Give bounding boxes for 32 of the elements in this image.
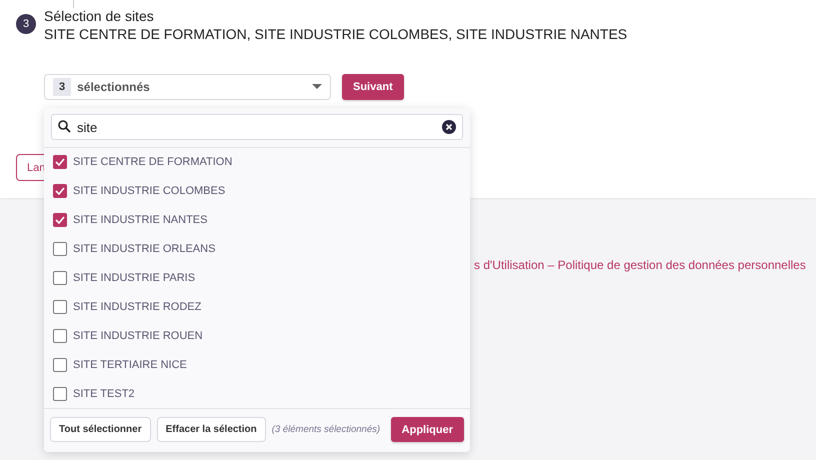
selection-count: (3 éléments sélectionnés) bbox=[272, 424, 382, 435]
site-option[interactable]: SITE INDUSTRIE PARIS bbox=[44, 264, 470, 292]
checkbox[interactable] bbox=[53, 184, 67, 198]
site-option[interactable]: SITE TERTIAIRE NICE bbox=[44, 350, 470, 380]
footer-link[interactable]: s d'Utilisation – Politique de gestion des données personnelles bbox=[474, 258, 806, 272]
checkbox[interactable] bbox=[53, 386, 67, 401]
checkbox[interactable] bbox=[53, 213, 67, 228]
dropdown-label: sélectionnés bbox=[77, 80, 151, 94]
checkbox[interactable] bbox=[53, 155, 67, 170]
site-option[interactable]: SITE INDUSTRIE NANTES bbox=[44, 206, 470, 235]
checkbox[interactable] bbox=[53, 358, 67, 372]
clear-selection-button[interactable]: Effacer la sélection bbox=[156, 417, 266, 442]
site-option[interactable]: SITE INDUSTRIE ROUEN bbox=[44, 321, 470, 350]
count-badge: 3 bbox=[53, 78, 72, 96]
select-all-button[interactable]: Tout sélectionner bbox=[50, 417, 151, 442]
checkbox[interactable] bbox=[53, 328, 67, 343]
apply-button[interactable]: Appliquer bbox=[390, 417, 464, 442]
sites-dropdown[interactable]: 3 sélectionnés bbox=[44, 74, 331, 100]
step-title: Sélection de sites bbox=[44, 8, 155, 25]
search-field[interactable]: site bbox=[51, 114, 463, 140]
checkbox[interactable] bbox=[53, 242, 67, 256]
checkbox[interactable] bbox=[53, 271, 67, 285]
site-option[interactable]: SITE TEST2 bbox=[44, 379, 470, 408]
next-button[interactable]: Suivant bbox=[342, 74, 404, 100]
selected-sites-summary: SITE CENTRE DE FORMATION, SITE INDUSTRIE COLOMBES, SITE INDUSTRIE NANTES bbox=[44, 26, 628, 43]
caret-icon bbox=[312, 84, 322, 90]
checkbox[interactable] bbox=[53, 300, 67, 314]
clear-icon[interactable] bbox=[442, 120, 456, 134]
search-icon bbox=[58, 120, 71, 133]
step-number: 3 bbox=[16, 14, 36, 34]
site-option[interactable]: SITE INDUSTRIE RODEZ bbox=[44, 292, 470, 322]
site-option[interactable]: SITE INDUSTRIE ORLEANS bbox=[44, 234, 470, 264]
